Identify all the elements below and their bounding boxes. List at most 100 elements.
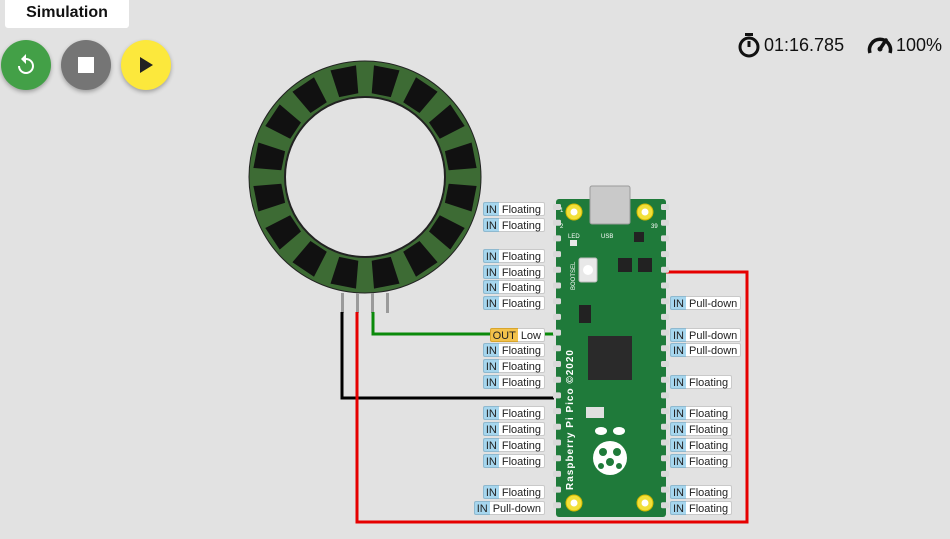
board-pin-pad [661,486,669,493]
neopixel-ring[interactable] [248,60,482,294]
pin-state: Floating [498,280,545,294]
board-pin-pad [661,361,669,367]
pin-label: IN Floating [482,343,545,357]
pin-label: IN Floating [482,454,545,468]
pin-mode: IN [670,501,686,515]
board-pin-pad [553,282,561,289]
board-pin-pad [661,204,669,210]
pin-mode: IN [670,328,686,342]
pin-state: Floating [498,438,545,452]
pin-state: Floating [686,422,733,436]
pin-state: Floating [498,343,545,357]
pin-label: IN Floating [482,218,545,232]
pin-mode: IN [482,485,499,499]
board-pin-pad [661,502,669,509]
simulation-canvas: Raspberry Pi Pico ©2020 BOOTSEL LED USB … [248,60,749,524]
board-pin-pad [661,439,669,446]
board-pin-pad [553,455,561,462]
pin-state: Floating [498,265,545,279]
ring-pins [341,293,389,313]
pin-state: Floating [498,249,545,263]
board-pin-pad [553,235,561,242]
board-pin-pad [661,329,669,336]
board-pin-pad [553,329,561,336]
led-label: LED [568,234,580,240]
pin-state: Floating [498,485,545,499]
pin-mode: IN [482,249,499,263]
pin-state: Floating [498,218,545,232]
pin-mode: IN [482,218,499,232]
pin-state: Floating [686,438,733,452]
board-pin-pad [553,408,561,415]
board-pin-pad [553,298,561,305]
pin-mode: IN [670,406,686,420]
pin-label: IN Floating [482,202,545,216]
pin-mode: IN [670,438,686,452]
pin-state: Low [517,328,545,342]
pin-state: Pull-down [686,328,742,342]
pin-label: IN Floating [482,296,545,310]
bootsel-label: BOOTSEL [571,261,577,290]
pin-mode: IN [670,485,686,499]
pin-state: Floating [686,406,733,420]
pin-mode: IN [482,343,499,357]
board-pin-pad [661,423,669,430]
board-pin-pad [661,392,669,399]
board-pin-pad [553,266,561,273]
pin-mode: IN [473,501,490,515]
pin-label: IN Floating [670,422,733,436]
pin-label: IN Floating [482,249,545,263]
pin-state: Floating [498,406,545,420]
pin-mode: IN [670,375,686,389]
board-pin-pad [661,219,669,226]
pin-label: IN Pull-down [670,343,742,357]
pin-mode: IN [482,265,499,279]
pin-mode: OUT [489,328,518,342]
pin-mode: IN [482,280,499,294]
pin-state: Floating [686,454,733,468]
board-pin-pad [553,502,561,509]
pin-label: IN Floating [482,280,545,294]
board-pin-pad [553,423,561,430]
pin-label: IN Floating [670,438,733,452]
pin-state: Pull-down [686,343,742,357]
pin-mode: IN [670,454,686,468]
board-pin-pad [553,486,561,493]
board-pin-pad [661,408,669,415]
pin-state: Floating [686,501,733,515]
pin-mode: IN [670,422,686,436]
pin-state: Floating [498,375,545,389]
pin-state: Floating [498,296,545,310]
pin-label: IN Pull-down [473,501,545,515]
pin-state: Floating [498,454,545,468]
board-pin-pad [661,455,669,462]
board-pin-pad [661,313,669,320]
pin-label: IN Floating [482,485,545,499]
pin-state: Pull-down [489,501,545,515]
board-pin-pad [553,470,561,477]
board-pin-pad [553,439,561,446]
board-pin-pad [553,345,561,352]
board-pin-pad [661,376,669,383]
pin-state: Floating [686,375,733,389]
pin-mode: IN [670,343,686,357]
board-pin-pad [661,266,669,273]
board-pin-pad [661,251,669,258]
board-pin-pad [553,313,561,320]
pin-state: Floating [498,359,545,373]
pin-label: IN Floating [670,454,733,468]
pin-label: IN Floating [482,406,545,420]
pin-label: IN Floating [670,501,733,515]
pin-label: IN Pull-down [670,296,742,310]
raspberry-pi-pico-board[interactable]: Raspberry Pi Pico ©2020 BOOTSEL LED USB … [553,185,669,517]
pin-mode: IN [482,202,499,216]
board-pin-pad [553,251,561,258]
pin-mode: IN [482,422,499,436]
pin-label: OUT Low [489,328,545,342]
board-pin-pad [553,361,561,367]
pin-state: Floating [686,485,733,499]
board-title: Raspberry Pi Pico ©2020 [565,349,576,490]
pin-mode: IN [482,359,499,373]
board-pin-pad [661,470,669,477]
pin-label: IN Floating [670,485,733,499]
